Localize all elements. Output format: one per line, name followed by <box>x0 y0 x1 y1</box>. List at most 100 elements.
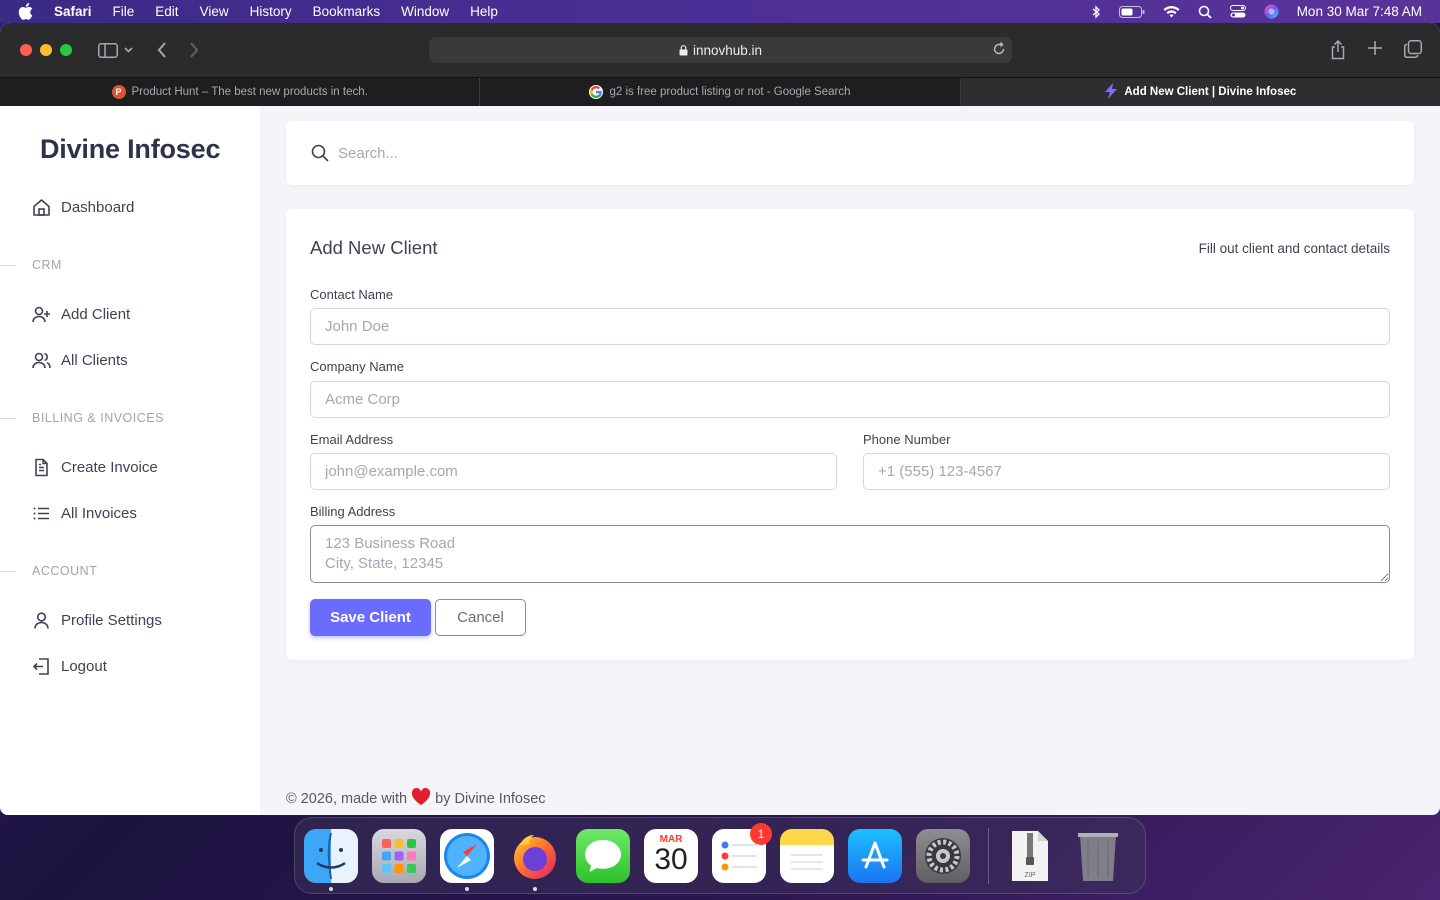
tab-google-search[interactable]: g2 is free product listing or not - Goog… <box>480 78 961 106</box>
section-account: ACCOUNT <box>32 564 98 578</box>
menu-view[interactable]: View <box>200 4 229 19</box>
search-icon <box>311 144 329 162</box>
sidebar-item-all-clients[interactable]: All Clients <box>32 351 128 370</box>
battery-icon[interactable] <box>1118 5 1145 18</box>
url-text: innovhub.in <box>692 42 763 58</box>
form-subtitle: Fill out client and contact details <box>1198 241 1390 256</box>
user-plus-icon <box>32 305 51 324</box>
sidebar-item-label: All Clients <box>61 352 128 369</box>
tab-overview-icon[interactable] <box>1404 40 1422 65</box>
list-icon <box>32 504 51 523</box>
chevron-down-icon[interactable] <box>124 47 133 53</box>
sidebar-item-label: Profile Settings <box>61 612 162 629</box>
billing-address-label: Billing Address <box>310 504 396 519</box>
launchpad-icon[interactable] <box>372 828 426 883</box>
menu-history[interactable]: History <box>250 4 292 19</box>
google-icon <box>589 85 604 99</box>
sidebar-item-all-invoices[interactable]: All Invoices <box>32 504 137 523</box>
zip-file-icon[interactable]: ZIP <box>1003 829 1057 883</box>
apple-menu-icon[interactable] <box>18 3 36 20</box>
minimize-window-button[interactable] <box>40 44 52 56</box>
home-icon <box>32 198 51 217</box>
tab-product-hunt[interactable]: P Product Hunt – The best new products i… <box>0 78 481 106</box>
menu-bookmarks[interactable]: Bookmarks <box>313 4 381 19</box>
sidebar-item-label: Logout <box>61 658 107 675</box>
contact-name-label: Contact Name <box>310 287 394 302</box>
menu-safari[interactable]: Safari <box>54 4 92 19</box>
menu-window[interactable]: Window <box>401 4 449 19</box>
zip-label: ZIP <box>1024 871 1036 879</box>
browser-window: innovhub.in P Product Hunt – The best ne… <box>0 23 1440 815</box>
brand-title[interactable]: Divine Infosec <box>40 134 220 165</box>
contact-name-input[interactable] <box>310 308 1390 345</box>
email-input[interactable] <box>310 453 837 490</box>
sidebar-item-logout[interactable]: Logout <box>32 657 107 676</box>
sidebar-item-label: Create Invoice <box>61 459 158 476</box>
trash-icon[interactable] <box>1071 829 1125 883</box>
sidebar-item-profile-settings[interactable]: Profile Settings <box>32 611 162 630</box>
sidebar: Divine Infosec Dashboard CRM Add Client <box>0 106 260 815</box>
control-center-icon[interactable] <box>1229 5 1246 18</box>
section-divider <box>0 265 16 266</box>
menubar-clock[interactable]: Mon 30 Mar 7:48 AM <box>1297 4 1422 19</box>
file-text-icon <box>32 458 51 477</box>
footer-prefix: © 2026, made with <box>286 791 408 807</box>
form-title: Add New Client <box>310 237 438 258</box>
billing-address-textarea[interactable] <box>310 525 1390 583</box>
messages-icon[interactable] <box>576 828 630 883</box>
reload-icon[interactable] <box>992 42 1006 59</box>
menu-help[interactable]: Help <box>470 4 498 19</box>
back-icon[interactable] <box>157 42 167 58</box>
new-tab-icon[interactable] <box>1367 40 1383 65</box>
sidebar-item-dashboard[interactable]: Dashboard <box>32 198 134 217</box>
menu-edit[interactable]: Edit <box>155 4 178 19</box>
tab-bar: P Product Hunt – The best new products i… <box>0 77 1440 106</box>
save-client-button[interactable]: Save Client <box>310 599 431 636</box>
tab-add-new-client[interactable]: Add New Client | Divine Infosec <box>960 78 1440 106</box>
section-crm: CRM <box>32 258 62 272</box>
product-hunt-icon: P <box>111 85 126 99</box>
cancel-button[interactable]: Cancel <box>435 599 526 636</box>
logout-icon <box>32 657 51 676</box>
phone-label: Phone Number <box>863 432 951 447</box>
share-icon[interactable] <box>1330 39 1346 65</box>
phone-input[interactable] <box>863 453 1390 490</box>
section-divider <box>0 418 16 419</box>
safari-icon[interactable] <box>440 828 494 891</box>
reminders-badge: 1 <box>750 822 772 845</box>
web-page: Divine Infosec Dashboard CRM Add Client <box>0 106 1440 815</box>
bluetooth-icon[interactable] <box>1092 4 1101 19</box>
search-input[interactable] <box>338 144 1238 162</box>
siri-icon[interactable] <box>1264 4 1279 19</box>
sidebar-item-create-invoice[interactable]: Create Invoice <box>32 458 158 477</box>
sidebar-item-label: Dashboard <box>61 199 135 216</box>
forward-icon[interactable] <box>189 42 199 58</box>
section-billing: BILLING & INVOICES <box>32 411 164 425</box>
running-indicator <box>465 886 469 891</box>
section-divider <box>0 571 16 572</box>
calendar-day: 30 <box>654 843 688 876</box>
notes-icon[interactable] <box>780 828 834 883</box>
browser-toolbar: innovhub.in <box>0 23 1440 77</box>
company-name-input[interactable] <box>310 381 1390 418</box>
sidebar-item-add-client[interactable]: Add Client <box>32 305 130 324</box>
system-settings-icon[interactable] <box>916 828 970 883</box>
email-label: Email Address <box>310 432 394 447</box>
app-store-icon[interactable] <box>848 828 902 883</box>
tab-title: g2 is free product listing or not - Goog… <box>609 86 851 98</box>
menu-bar: Safari File Edit View History Bookmarks … <box>0 0 1440 23</box>
reminders-icon[interactable]: 1 <box>712 822 772 883</box>
footer-suffix: by Divine Infosec <box>435 791 546 807</box>
sidebar-item-label: Add Client <box>61 306 131 323</box>
menu-file[interactable]: File <box>113 4 135 19</box>
spotlight-search-icon[interactable] <box>1198 5 1212 19</box>
zoom-window-button[interactable] <box>60 44 72 56</box>
close-window-button[interactable] <box>20 44 32 56</box>
company-name-label: Company Name <box>310 359 404 374</box>
sidebar-toggle-icon[interactable] <box>98 42 118 58</box>
finder-icon[interactable] <box>304 828 358 891</box>
calendar-icon[interactable]: MAR 30 <box>644 828 698 883</box>
wifi-icon[interactable] <box>1163 5 1180 18</box>
firefox-icon[interactable] <box>508 829 562 891</box>
address-bar[interactable]: innovhub.in <box>429 37 1012 63</box>
